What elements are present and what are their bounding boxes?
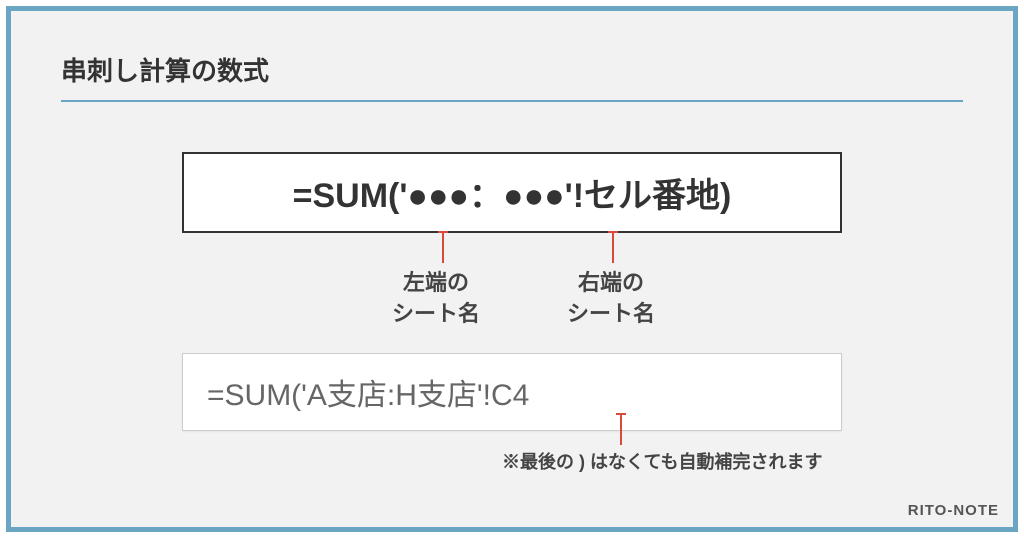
callout-line-right	[612, 233, 614, 263]
callouts-area: 左端のシート名 右端のシート名	[182, 233, 842, 343]
formula-template-box: =SUM('●●●：●●●'!セル番地)	[182, 152, 842, 233]
callout-label-right: 右端のシート名	[567, 268, 655, 330]
watermark: RITO-NOTE	[908, 502, 999, 519]
callout-label-left: 左端のシート名	[392, 268, 480, 330]
callout-line-left	[442, 233, 444, 263]
example-callout-line	[620, 415, 622, 445]
page-title: 串刺し計算の数式	[61, 51, 963, 102]
example-formula-box: =SUM('A支店:H支店'!C4	[182, 353, 842, 431]
example-container: =SUM('A支店:H支店'!C4 ※最後の ) はなくても自動補完されます	[182, 353, 842, 431]
main-frame: 串刺し計算の数式 =SUM('●●●：●●●'!セル番地) 左端のシート名 右端…	[6, 6, 1018, 532]
example-note: ※最後の ) はなくても自動補完されます	[502, 448, 823, 474]
